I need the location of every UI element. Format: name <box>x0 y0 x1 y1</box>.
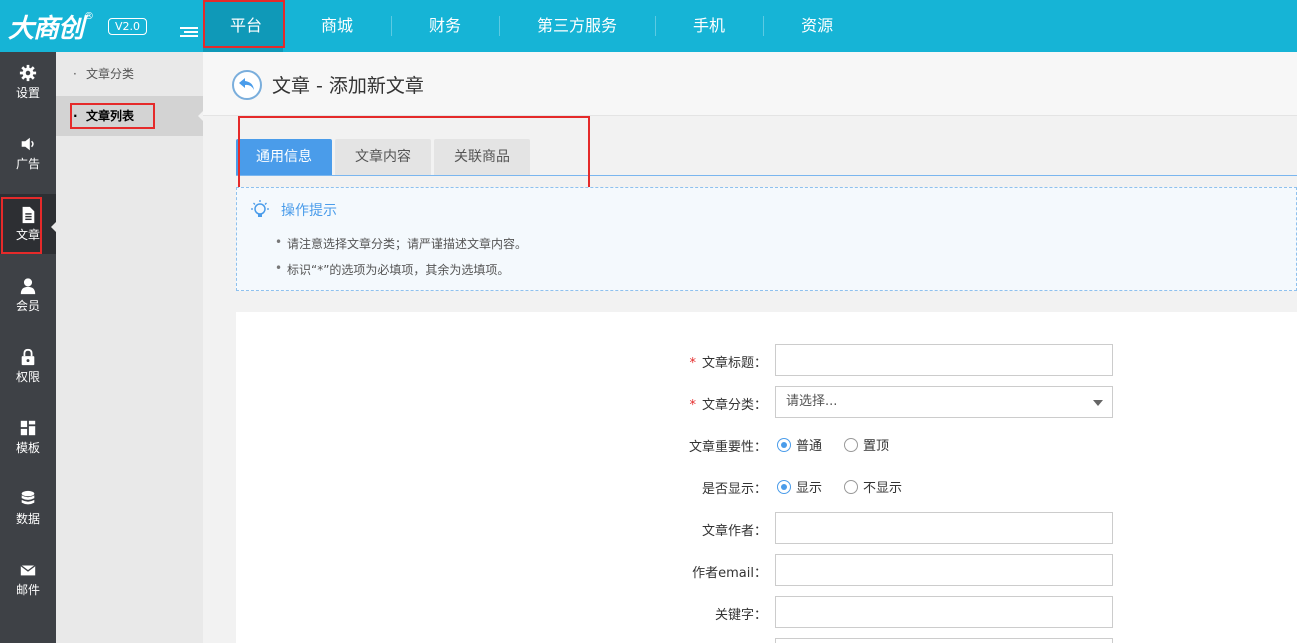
speaker-icon <box>21 137 34 151</box>
form-row-importance: 文章重要性： 普通 置顶 <box>236 428 1297 460</box>
category-label-text: 文章分类： <box>701 398 767 413</box>
mail-icon <box>20 564 36 576</box>
sidebar-item-label: 权限 <box>15 370 40 384</box>
page-title: 文章 - 添加新文章 <box>272 75 424 97</box>
highlight-box-subnav <box>70 103 155 129</box>
top-nav-item-finance[interactable]: 财务 <box>391 0 499 52</box>
title-input[interactable] <box>775 344 1113 376</box>
top-nav-item-third-party[interactable]: 第三方服务 <box>499 0 655 52</box>
display-show-radio[interactable] <box>777 479 791 494</box>
article-form: * 文章标题： * 文章分类： 请选择... 文章重要性： 普通 置顶 是否显示： … <box>236 312 1297 643</box>
top-nav-item-mobile[interactable]: 手机 <box>655 0 763 52</box>
logo[interactable]: 大商创 ® V2.0 <box>8 8 148 44</box>
layout-icon <box>20 420 36 436</box>
back-button[interactable] <box>232 70 262 100</box>
category-label: * 文章分类： <box>689 394 767 413</box>
logo-text: 大商创 <box>8 13 84 44</box>
author-input[interactable] <box>775 512 1113 544</box>
display-label: 是否显示： <box>701 482 767 497</box>
sidebar-item-label: 邮件 <box>15 583 40 597</box>
keywords-label: 关键字： <box>714 608 767 623</box>
display-hide-radio[interactable] <box>844 479 859 494</box>
form-row-title: * 文章标题： <box>236 344 1297 376</box>
form-row-keywords: 关键字： <box>236 596 1297 628</box>
author-email-label: 作者email： <box>692 566 767 581</box>
display-radio-group: 显示 不显示 <box>777 477 924 496</box>
chevron-down-icon <box>1093 400 1103 406</box>
version-badge: V2.0 <box>108 17 148 35</box>
sidebar-item-permissions[interactable]: 权限 <box>0 336 56 396</box>
tips-header: 操作提示 <box>249 200 337 220</box>
category-select[interactable]: 请选择... <box>775 386 1113 418</box>
importance-normal-label[interactable]: 普通 <box>796 435 822 454</box>
registered-mark: ® <box>84 10 95 22</box>
tip-line: 请注意选择文章分类；请严谨描述文章内容。 <box>275 235 527 252</box>
form-row-category: * 文章分类： 请选择... <box>236 386 1297 418</box>
importance-label: 文章重要性： <box>688 440 767 455</box>
sidebar-item-label: 会员 <box>15 299 40 313</box>
importance-radio-group: 普通 置顶 <box>777 435 911 454</box>
top-nav-item-mall[interactable]: 商城 <box>283 0 391 52</box>
title-label-text: 文章标题： <box>701 356 767 371</box>
title-label: * 文章标题： <box>689 352 767 371</box>
main-content: 文章 - 添加新文章 通用信息 文章内容 关联商品 操作提示 请注意选择文章分类… <box>203 52 1297 643</box>
form-row-display: 是否显示： 显示 不显示 <box>236 470 1297 502</box>
importance-normal-radio[interactable] <box>777 437 791 452</box>
page-header: 文章 - 添加新文章 <box>203 52 1297 116</box>
required-mark: * <box>689 398 696 413</box>
form-row-email: 作者email： <box>236 554 1297 586</box>
sidebar-item-mail[interactable]: 邮件 <box>0 549 56 609</box>
importance-top-radio[interactable] <box>844 437 859 452</box>
required-mark: * <box>689 356 696 371</box>
top-bar: 大商创 ® V2.0 平台 商城 财务 第三方服务 手机 资源 <box>0 0 1297 52</box>
author-email-input[interactable] <box>775 554 1113 586</box>
lightbulb-icon <box>251 200 269 217</box>
highlight-box-nav <box>203 0 285 48</box>
category-select-value: 请选择... <box>786 394 838 409</box>
form-row-next <box>236 638 1297 643</box>
keywords-input[interactable] <box>775 596 1113 628</box>
tips-title: 操作提示 <box>281 203 337 219</box>
sidebar-item-templates[interactable]: 模板 <box>0 407 56 467</box>
top-nav-item-resources[interactable]: 资源 <box>763 0 871 52</box>
top-nav: 平台 商城 财务 第三方服务 手机 资源 <box>203 0 871 52</box>
author-label: 文章作者： <box>701 524 767 539</box>
sidebar-item-label: 广告 <box>15 157 40 171</box>
main-sidebar: 设置 广告 文章 会员 权限 模板 数据 邮件 <box>0 52 56 643</box>
lock-icon <box>21 348 35 366</box>
importance-top-label[interactable]: 置顶 <box>863 435 889 454</box>
sidebar-item-settings[interactable]: 设置 <box>0 52 56 112</box>
tip-line: 标识“*”的选项为必填项，其余为选填项。 <box>275 261 509 278</box>
menu-toggle-icon[interactable] <box>180 27 198 41</box>
subnav-item-article-category[interactable]: 文章分类 <box>56 54 203 94</box>
form-row-author: 文章作者： <box>236 512 1297 544</box>
sidebar-item-members[interactable]: 会员 <box>0 265 56 325</box>
next-field-input[interactable] <box>775 638 1113 643</box>
sub-sidebar: 文章分类 文章列表 <box>56 52 203 643</box>
user-icon <box>20 278 36 295</box>
tips-panel: 操作提示 请注意选择文章分类；请严谨描述文章内容。 标识“*”的选项为必填项，其… <box>236 187 1297 291</box>
sidebar-item-ads[interactable]: 广告 <box>0 123 56 183</box>
sidebar-item-label: 模板 <box>15 441 40 455</box>
highlight-box-sidebar <box>1 197 42 254</box>
database-icon <box>21 490 35 505</box>
back-arrow-icon <box>239 78 254 90</box>
sidebar-item-label: 数据 <box>15 512 40 526</box>
display-show-label[interactable]: 显示 <box>796 477 822 496</box>
sidebar-item-label: 设置 <box>15 86 40 100</box>
gear-icon <box>19 64 37 82</box>
sidebar-item-data[interactable]: 数据 <box>0 478 56 538</box>
display-hide-label[interactable]: 不显示 <box>863 477 902 496</box>
